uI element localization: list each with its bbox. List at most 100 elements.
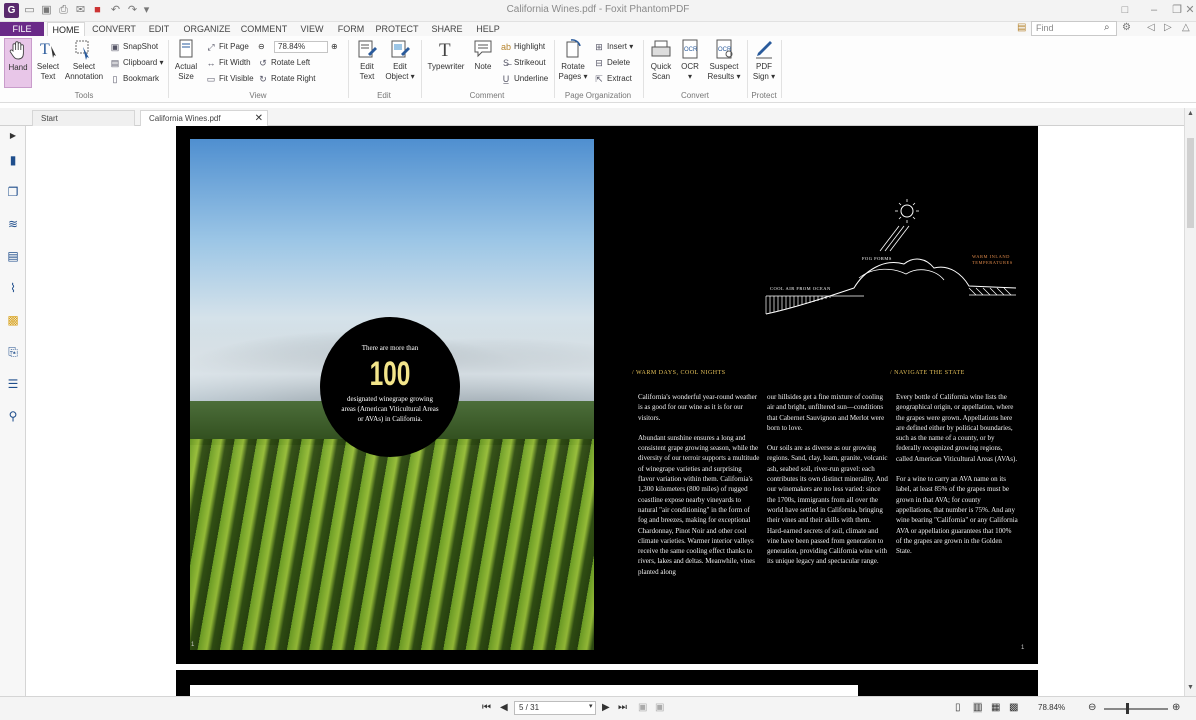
forward-icon[interactable]: ▷ bbox=[1164, 22, 1172, 33]
rotate-pages-button[interactable]: Rotate Pages ▾ bbox=[558, 38, 588, 88]
menu-protect[interactable]: PROTECT bbox=[373, 22, 421, 36]
tab-start[interactable]: Start bbox=[32, 110, 135, 126]
fit-visible-icon: ▭ bbox=[206, 74, 216, 84]
separator bbox=[348, 40, 349, 98]
suspect-results-button[interactable]: OCR Suspect Results ▾ bbox=[706, 38, 742, 88]
menu-view[interactable]: VIEW bbox=[295, 22, 329, 36]
typewriter-button[interactable]: T Typewriter bbox=[426, 38, 466, 88]
close-button[interactable]: ✕ bbox=[1183, 2, 1196, 18]
callout-post-text: designated winegrape growing areas (Amer… bbox=[341, 395, 439, 423]
search-icon[interactable]: ⌕ bbox=[1104, 22, 1110, 33]
back-icon[interactable]: ◁ bbox=[1147, 22, 1155, 33]
heading-warm-days: / WARM DAYS, COOL NIGHTS bbox=[632, 370, 726, 376]
zoom-in-icon[interactable]: ⊕ bbox=[331, 41, 338, 53]
first-page-icon[interactable]: ⏮ bbox=[482, 702, 491, 713]
settings-icon[interactable]: ⚙ bbox=[1122, 22, 1131, 33]
menu-form[interactable]: FORM bbox=[334, 22, 368, 36]
bookmark-button[interactable]: ▯ Bookmark bbox=[110, 73, 160, 85]
comments-panel-icon[interactable]: ▤ bbox=[6, 249, 20, 263]
highlight-icon: ab bbox=[501, 42, 512, 52]
tags-panel-icon[interactable]: ⚲ bbox=[6, 409, 20, 423]
note-button[interactable]: Note bbox=[470, 38, 496, 88]
document-tabs: Start California Wines.pdf ✕ bbox=[0, 108, 1196, 126]
quick-scan-button[interactable]: Quick Scan bbox=[647, 38, 675, 88]
menu-organize[interactable]: ORGANIZE bbox=[181, 22, 233, 36]
menu-home[interactable]: HOME bbox=[47, 22, 85, 36]
protect-group-label: Protect bbox=[751, 91, 777, 100]
insert-button[interactable]: ⊞ Insert ▾ bbox=[594, 41, 633, 53]
document-viewport[interactable]: There are more than 100 designated wineg… bbox=[27, 126, 1184, 696]
select-text-button[interactable]: T Select Text bbox=[35, 38, 61, 88]
single-page-view-icon[interactable]: ▯ bbox=[955, 702, 961, 713]
last-page-icon[interactable]: ⏭ bbox=[618, 702, 627, 713]
heading-navigate-state: / NAVIGATE THE STATE bbox=[890, 370, 965, 376]
fit-page-button[interactable]: ⤢ Fit Page bbox=[206, 41, 248, 53]
scroll-down-arrow-icon[interactable]: ▼ bbox=[1187, 684, 1194, 691]
edit-object-button[interactable]: Edit Object ▾ bbox=[385, 38, 415, 88]
close-tab-icon[interactable]: ✕ bbox=[255, 111, 263, 127]
layers-panel-icon[interactable]: ≋ bbox=[6, 217, 20, 231]
tab-california-wines[interactable]: California Wines.pdf ✕ bbox=[140, 110, 268, 126]
previous-page-icon[interactable]: ◀ bbox=[500, 702, 508, 713]
attachments-panel-icon[interactable]: ⌇ bbox=[6, 281, 20, 295]
menu-file[interactable]: FILE bbox=[0, 22, 44, 36]
zoom-input[interactable]: 78.84% bbox=[274, 41, 328, 53]
delete-button[interactable]: ⊟ Delete bbox=[594, 57, 630, 69]
expand-panel-icon[interactable]: ▶ bbox=[6, 129, 20, 143]
continuous-facing-view-icon[interactable]: ▩ bbox=[1009, 702, 1018, 713]
hand-tool-button[interactable]: Hand bbox=[4, 38, 32, 88]
fit-visible-button[interactable]: ▭ Fit Visible bbox=[206, 73, 254, 85]
edit-text-button[interactable]: Edit Text bbox=[353, 38, 381, 88]
previous-view-icon[interactable]: ▣ bbox=[638, 702, 647, 713]
next-page-icon[interactable]: ▶ bbox=[602, 702, 610, 713]
extract-button[interactable]: ⇱ Extract bbox=[594, 73, 632, 85]
actual-size-button[interactable]: Actual Size bbox=[173, 38, 199, 88]
ocr-button[interactable]: OCR OCR ▾ bbox=[678, 38, 702, 88]
menu-share[interactable]: SHARE bbox=[427, 22, 467, 36]
facing-view-icon[interactable]: ▦ bbox=[991, 702, 1000, 713]
pages-panel-icon[interactable]: ❐ bbox=[6, 185, 20, 199]
zoom-slider-thumb[interactable] bbox=[1126, 703, 1129, 714]
bookmarks-panel-icon[interactable]: ▮ bbox=[6, 153, 20, 167]
paragraph: our hillsides get a fine mixture of cool… bbox=[767, 393, 885, 432]
snapshot-button[interactable]: ▣ SnapShot bbox=[110, 41, 158, 53]
minimize-button[interactable]: – bbox=[1143, 2, 1165, 18]
next-view-icon[interactable]: ▣ bbox=[655, 702, 664, 713]
continuous-view-icon[interactable]: ▥ bbox=[973, 702, 983, 713]
strikeout-button[interactable]: S̶ Strikeout bbox=[501, 57, 546, 69]
svg-text:T: T bbox=[439, 40, 451, 60]
ocr-label: OCR bbox=[681, 62, 699, 71]
scroll-thumb[interactable] bbox=[1187, 138, 1194, 228]
rotate-left-button[interactable]: ↺ Rotate Left bbox=[258, 57, 310, 69]
pdf-sign-button[interactable]: PDF Sign ▾ bbox=[751, 38, 777, 88]
content-panel-icon[interactable]: ☰ bbox=[6, 377, 20, 391]
zoom-out-icon[interactable]: ⊖ bbox=[258, 41, 265, 53]
up-icon[interactable]: △ bbox=[1182, 22, 1190, 33]
underline-button[interactable]: U̲ Underline bbox=[501, 73, 549, 85]
security-lock-icon[interactable]: ▩ bbox=[6, 313, 20, 327]
select-annotation-button[interactable]: Select Annotation bbox=[64, 38, 104, 88]
zoom-out-status-icon[interactable]: ⊖ bbox=[1088, 702, 1096, 713]
menu-edit[interactable]: EDIT bbox=[142, 22, 176, 36]
rotate-right-button[interactable]: ↻ Rotate Right bbox=[258, 73, 315, 85]
signatures-panel-icon[interactable]: ⎘ bbox=[6, 345, 20, 359]
clipboard-button[interactable]: ▤ Clipboard ▾ bbox=[110, 57, 164, 69]
fit-width-icon: ↔ bbox=[206, 58, 216, 68]
convert-group-label: Convert bbox=[680, 91, 709, 100]
zoom-slider[interactable] bbox=[1104, 708, 1168, 710]
vertical-scrollbar[interactable]: ▲ ▼ bbox=[1184, 108, 1196, 696]
page-number-input[interactable]: 5 / 31 bbox=[514, 701, 596, 715]
bookmark-icon: ▯ bbox=[112, 74, 118, 84]
zoom-in-status-icon[interactable]: ⊕ bbox=[1172, 702, 1180, 713]
highlight-button[interactable]: ab Highlight bbox=[501, 41, 545, 53]
rotate-pages-label: Rotate Pages bbox=[558, 62, 585, 81]
scroll-up-arrow-icon[interactable]: ▲ bbox=[1187, 110, 1194, 117]
ribbon-toggle-icon[interactable]: □ bbox=[1114, 2, 1136, 18]
page-dropdown-icon[interactable]: ▾ bbox=[589, 702, 593, 710]
delete-label: Delete bbox=[607, 58, 631, 67]
find-icon[interactable]: ▤ bbox=[1017, 22, 1026, 33]
menu-help[interactable]: HELP bbox=[471, 22, 505, 36]
menu-comment[interactable]: COMMENT bbox=[238, 22, 290, 36]
menu-convert[interactable]: CONVERT bbox=[89, 22, 139, 36]
fit-width-button[interactable]: ↔ Fit Width bbox=[206, 57, 251, 69]
